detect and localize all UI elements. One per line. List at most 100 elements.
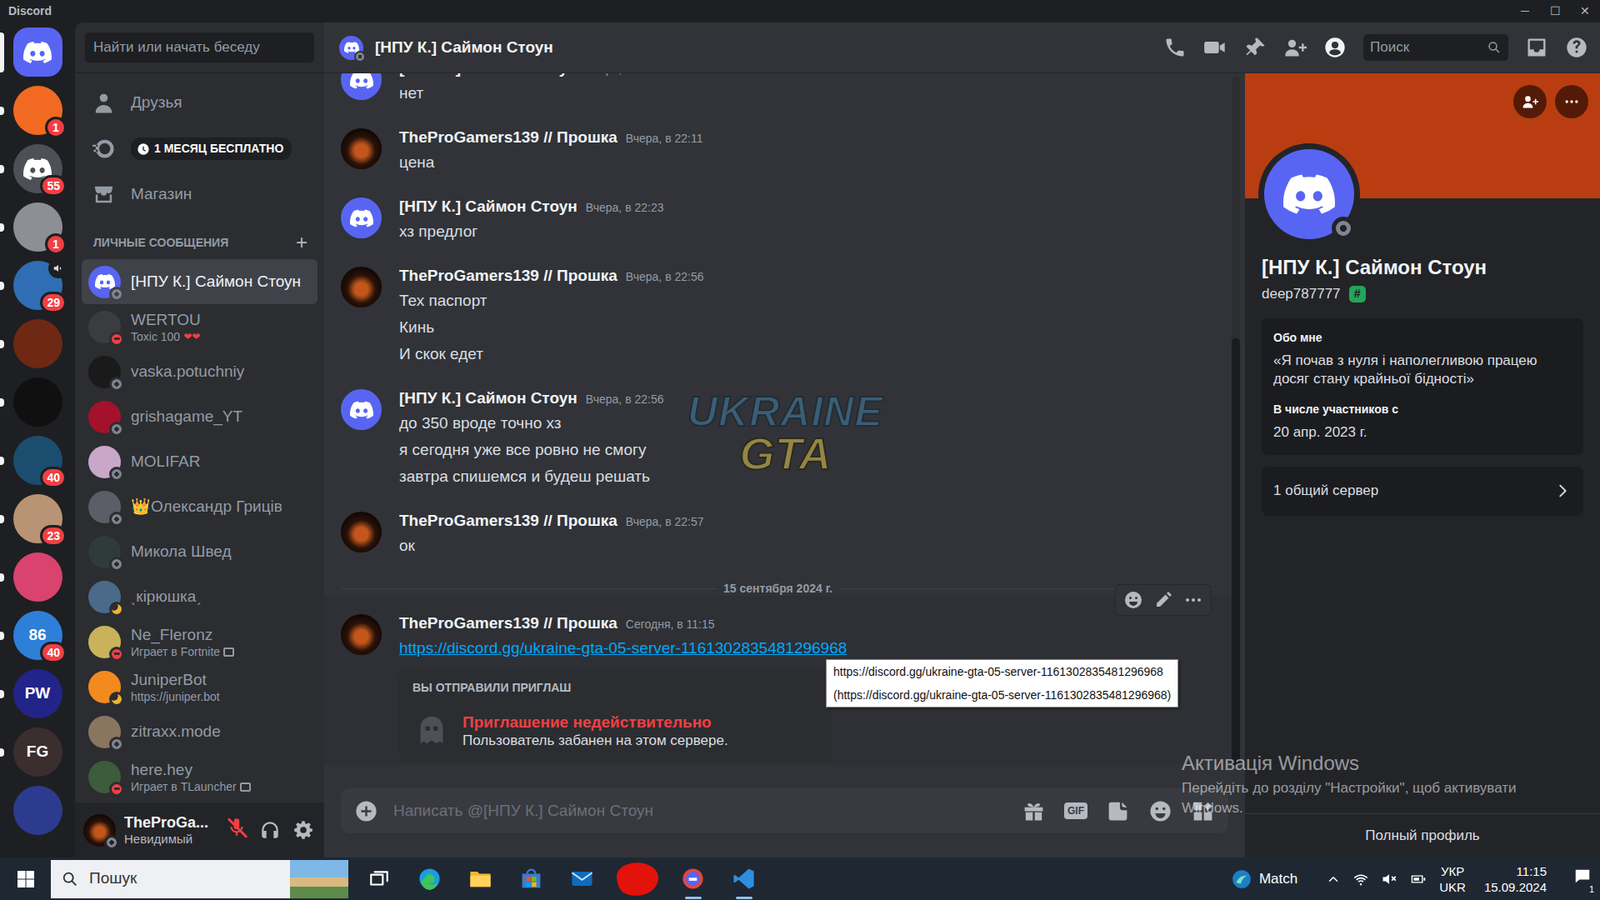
server-button[interactable] (13, 377, 63, 427)
apps-icon[interactable] (1190, 799, 1215, 824)
author-avatar[interactable] (340, 389, 382, 430)
create-dm-button[interactable]: + (295, 232, 308, 253)
help-icon[interactable] (1565, 35, 1589, 60)
author-name[interactable]: TheProGamers139 // Прошка (399, 510, 618, 532)
notification-center[interactable]: 1 (1573, 866, 1592, 891)
attach-plus-icon[interactable] (354, 799, 379, 824)
dm-name: here.hey (130, 760, 311, 780)
clock-time: 11:15 (1484, 863, 1547, 880)
settings-gear-icon[interactable] (292, 819, 315, 841)
add-reaction-icon[interactable] (1120, 587, 1146, 613)
server-button[interactable]: PW (13, 669, 63, 719)
scrollbar[interactable] (1231, 76, 1240, 765)
taskbar-app[interactable] (505, 857, 557, 900)
weather-widget[interactable]: Match (1230, 868, 1298, 890)
author-name[interactable]: TheProGamers139 // Прошка (399, 126, 618, 149)
video-icon[interactable] (1203, 35, 1227, 60)
system-tray: Match УКРUKR 11:1515.09.2024 1 (1230, 863, 1600, 895)
header-search[interactable]: Поиск (1363, 34, 1509, 61)
dm-item[interactable]: grishagame_YT (81, 394, 318, 440)
explorer-icon (468, 866, 493, 891)
author-name[interactable]: [НПУ К.] Саймон Стоун (399, 195, 578, 218)
nav-item[interactable]: Друзья (81, 80, 318, 126)
message-input[interactable] (391, 798, 1009, 825)
author-avatar[interactable] (340, 73, 382, 100)
dm-item[interactable]: ˎкірюшкаˏ (81, 574, 318, 620)
dm-item[interactable]: vaska.potuchniy (81, 349, 318, 395)
more-dots-icon[interactable] (1180, 587, 1206, 613)
taskbar-search[interactable]: Пошук (50, 860, 349, 899)
window-control-button[interactable]: ✕ (1570, 0, 1600, 23)
dm-item[interactable]: WERTOUToxic 100❤❤ (81, 304, 318, 350)
inbox-icon[interactable] (1525, 35, 1549, 60)
dm-avatar (88, 355, 121, 389)
taskbar-app[interactable] (404, 857, 455, 900)
server-watermark: UKRAINEGTA (687, 392, 884, 475)
dm-item[interactable]: JuniperBothttps://juniper.bot (81, 664, 318, 710)
pin-icon[interactable] (1243, 35, 1267, 60)
server-button[interactable] (13, 319, 63, 369)
dm-avatar (88, 490, 121, 524)
server-button[interactable] (13, 27, 63, 77)
dm-item[interactable]: Ne_FleronzИграет в Fortnite (81, 619, 318, 665)
full-profile-button[interactable]: Полный профиль (1245, 813, 1600, 858)
clock[interactable]: 11:1515.09.2024 (1484, 863, 1547, 895)
phone-icon[interactable] (1163, 35, 1187, 60)
author-name[interactable]: TheProGamers139 // Прошка (399, 612, 618, 635)
sticker-icon[interactable] (1105, 799, 1130, 824)
invite-header: ВЫ ОТПРАВИЛИ ПРИГЛАШ (412, 680, 820, 695)
scrollbar-thumb[interactable] (1231, 338, 1240, 765)
edit-pencil-icon[interactable] (1150, 587, 1176, 613)
wifi-icon[interactable] (1352, 870, 1370, 888)
profile-badge[interactable]: # (1349, 285, 1366, 303)
add-friend-icon[interactable] (1283, 35, 1307, 60)
battery-icon[interactable] (1409, 870, 1428, 889)
dm-item[interactable]: 👑Олександр Гриців (81, 484, 318, 530)
taskbar-app[interactable] (353, 857, 405, 900)
author-avatar[interactable] (340, 614, 382, 655)
window-control-button[interactable]: ─ (1510, 0, 1540, 23)
taskbar-app[interactable] (455, 857, 506, 900)
headphones-icon[interactable] (259, 819, 281, 841)
volume-icon[interactable] (1380, 870, 1398, 888)
dm-item[interactable]: MOLIFAR (81, 439, 318, 485)
find-conversation-button[interactable]: Найти или начать беседу (85, 32, 315, 63)
author-avatar[interactable] (340, 128, 382, 170)
dm-item[interactable]: [НПУ К.] Саймон Стоун (81, 259, 318, 305)
author-name[interactable]: TheProGamers139 // Прошка (399, 265, 618, 287)
mutual-servers-button[interactable]: 1 общий сервер (1261, 466, 1584, 516)
dm-item[interactable]: here.heyИграет в TLauncher (81, 754, 318, 800)
gift-icon[interactable] (1021, 799, 1046, 824)
profile-toggle-icon[interactable] (1323, 35, 1347, 60)
user-avatar[interactable] (83, 814, 116, 847)
taskbar-app[interactable] (718, 857, 770, 900)
start-button[interactable] (0, 857, 51, 900)
author-name[interactable]: [НПУ К.] Саймон Стоун (399, 387, 578, 410)
dm-text: ˎкірюшкаˏ (130, 586, 311, 607)
author-avatar[interactable] (340, 266, 382, 308)
server-button[interactable] (13, 785, 63, 835)
emoji-icon[interactable] (1148, 799, 1173, 824)
mute-button[interactable] (225, 816, 248, 845)
nav-item[interactable]: Магазин (81, 171, 318, 218)
profile-avatar[interactable] (1258, 143, 1360, 245)
author-name[interactable]: [НПУ К.] Саймон Стоун (399, 73, 578, 80)
dm-item[interactable]: Микола Швед (81, 529, 318, 575)
taskbar-app[interactable] (667, 857, 719, 900)
taskbar-app[interactable] (607, 857, 668, 900)
gif-button[interactable]: GIF (1064, 802, 1088, 820)
author-avatar[interactable] (340, 511, 382, 553)
author-avatar[interactable] (340, 197, 382, 239)
more-button[interactable] (1555, 85, 1589, 119)
server-button[interactable] (13, 552, 63, 602)
nav-item[interactable]: 1 МЕСЯЦ БЕСПЛАТНО (81, 125, 318, 172)
invite-link[interactable]: https://discord.gg/ukraine-gta-05-server… (399, 639, 847, 657)
profile-panel: [НПУ К.] Саймон Стоунdeep787777#Обо мне«… (1245, 73, 1600, 858)
add-friend-button[interactable] (1513, 85, 1547, 119)
dm-item[interactable]: zitraxx.mode (81, 709, 318, 755)
show-hidden-icons-icon[interactable] (1325, 871, 1341, 887)
server-button[interactable]: FG (13, 727, 63, 777)
taskbar-app[interactable] (556, 857, 608, 900)
window-control-button[interactable]: ☐ (1540, 0, 1570, 23)
language-indicator[interactable]: УКРUKR (1439, 863, 1466, 895)
